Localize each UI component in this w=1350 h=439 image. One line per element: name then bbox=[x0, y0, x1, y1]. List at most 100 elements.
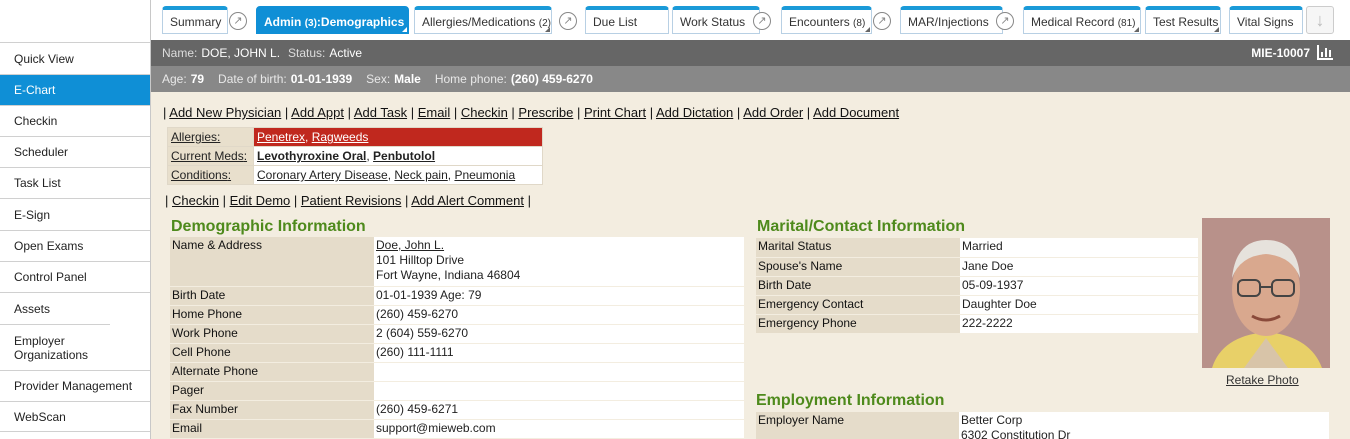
popout-icon[interactable]: ↗ bbox=[873, 12, 891, 30]
bar-chart-icon[interactable] bbox=[1317, 45, 1333, 60]
employment-table: Employer Name Better Corp 6302 Constitutio… bbox=[756, 412, 1329, 439]
email-link[interactable]: Email bbox=[418, 105, 451, 120]
tab-mar-injections[interactable]: MAR/Injections bbox=[900, 6, 1003, 34]
prescribe-link[interactable]: Prescribe bbox=[518, 105, 573, 120]
tab-summary[interactable]: Summary bbox=[162, 6, 228, 34]
add-appt-link[interactable]: Add Appt bbox=[291, 105, 344, 120]
tab-vital-signs[interactable]: Vital Signs bbox=[1229, 6, 1303, 34]
field-label: Pager bbox=[170, 381, 374, 401]
field-label: Email bbox=[170, 419, 374, 439]
sidebar-item-label: Scheduler bbox=[14, 145, 69, 159]
table-row: Alternate Phone bbox=[170, 362, 744, 382]
popout-icon[interactable]: ↗ bbox=[559, 12, 577, 30]
table-row: Home Phone (260) 459-6270 bbox=[170, 305, 744, 325]
sidebar-item-label: Open Exams bbox=[14, 239, 84, 253]
field-value: (260) 459-6271 bbox=[374, 400, 744, 420]
condition-link[interactable]: Neck pain bbox=[394, 168, 447, 182]
table-row: Cell Phone (260) 111-1111 bbox=[170, 343, 744, 363]
tab-label: Encounters bbox=[789, 15, 850, 29]
tab-label: Test Results bbox=[1153, 15, 1219, 29]
add-task-link[interactable]: Add Task bbox=[354, 105, 407, 120]
table-row: Emergency Phone 222-2222 bbox=[756, 314, 1198, 334]
field-value bbox=[374, 362, 744, 382]
address-city: Fort Wayne, Indiana 46804 bbox=[376, 268, 521, 282]
add-document-link[interactable]: Add Document bbox=[813, 105, 899, 120]
patient-sex: Male bbox=[394, 72, 421, 86]
sidebar-item-checkin[interactable]: Checkin bbox=[0, 105, 150, 136]
checkin-link[interactable]: Checkin bbox=[172, 193, 219, 208]
sidebar-item-assets[interactable]: Assets bbox=[0, 292, 150, 324]
sidebar-item-label: Provider Management bbox=[14, 379, 133, 393]
edit-demo-link[interactable]: Edit Demo bbox=[230, 193, 291, 208]
allergies-value: Penetrex, Ragweeds bbox=[253, 127, 543, 147]
condition-link[interactable]: Coronary Artery Disease bbox=[257, 168, 388, 182]
field-value: (260) 459-6270 bbox=[374, 305, 744, 325]
tab-due-list[interactable]: Due List bbox=[585, 6, 669, 34]
field-label: Marital Status bbox=[756, 238, 960, 258]
tab-admin-demographics[interactable]: Admin (3):Demographics bbox=[256, 6, 409, 34]
sidebar-item-scheduler[interactable]: Scheduler bbox=[0, 136, 150, 167]
allergies-label[interactable]: Allergies: bbox=[167, 127, 254, 147]
sidebar-item-label: Assets bbox=[14, 301, 51, 316]
popout-icon[interactable]: ↗ bbox=[753, 12, 771, 30]
condition-link[interactable]: Pneumonia bbox=[454, 168, 515, 182]
field-value: (260) 111-1111 bbox=[374, 343, 744, 363]
popout-icon[interactable]: ↗ bbox=[996, 12, 1014, 30]
tab-count: (3) bbox=[304, 18, 317, 29]
add-new-physician-link[interactable]: Add New Physician bbox=[169, 105, 281, 120]
patient-status: Active bbox=[329, 46, 363, 60]
tab-allergies-medications[interactable]: Allergies/Medications (2) bbox=[414, 6, 552, 34]
patient-photo[interactable] bbox=[1202, 218, 1330, 368]
field-value: 01-01-1939 Age: 79 bbox=[374, 286, 744, 306]
field-label: Emergency Contact bbox=[756, 295, 960, 315]
patient-info-bar: Age: 79 Date of birth: 01-01-1939 Sex: M… bbox=[151, 66, 1350, 92]
patient-alerts: Allergies: Penetrex, Ragweeds Current Me… bbox=[167, 127, 543, 185]
sidebar-item-quick-view[interactable]: Quick View bbox=[0, 42, 150, 74]
add-order-link[interactable]: Add Order bbox=[743, 105, 803, 120]
sidebar-item-employer-organizations[interactable]: Employer Organizations bbox=[0, 324, 110, 370]
retake-photo-link[interactable]: Retake Photo bbox=[1226, 373, 1299, 387]
medication-link[interactable]: Levothyroxine Oral bbox=[257, 149, 366, 163]
table-row: Birth Date 01-01-1939 Age: 79 bbox=[170, 286, 744, 306]
patient-name-link[interactable]: Doe, John L. bbox=[376, 238, 444, 252]
chart-tab-bar: Summary ↗ Admin (3):Demographics Allergi… bbox=[151, 0, 1350, 40]
sidebar-item-open-exams[interactable]: Open Exams bbox=[0, 230, 150, 261]
field-label: Name & Address bbox=[170, 237, 374, 287]
tab-count: (81) bbox=[1117, 18, 1136, 29]
patient-name: DOE, JOHN L. bbox=[201, 46, 281, 60]
table-row: Spouse's Name Jane Doe bbox=[756, 257, 1198, 277]
sidebar-item-task-list[interactable]: Task List bbox=[0, 167, 150, 198]
tab-test-results[interactable]: Test Results bbox=[1145, 6, 1221, 34]
patient-revisions-link[interactable]: Patient Revisions bbox=[301, 193, 401, 208]
main-content: | Add New Physician | Add Appt | Add Tas… bbox=[151, 92, 1350, 439]
allergy-link[interactable]: Penetrex bbox=[257, 130, 305, 144]
current-meds-label[interactable]: Current Meds: bbox=[167, 146, 254, 166]
sidebar-item-webscan[interactable]: WebScan bbox=[0, 401, 150, 432]
sidebar-item-e-sign[interactable]: E-Sign bbox=[0, 198, 150, 230]
tab-medical-record[interactable]: Medical Record (81) bbox=[1023, 6, 1141, 34]
tab-label: Vital Signs bbox=[1237, 15, 1294, 29]
checkin-link[interactable]: Checkin bbox=[461, 105, 508, 120]
print-chart-link[interactable]: Print Chart bbox=[584, 105, 646, 120]
popout-icon[interactable]: ↗ bbox=[229, 12, 247, 30]
dob-label: Date of birth: bbox=[218, 72, 287, 86]
sidebar-item-control-panel[interactable]: Control Panel bbox=[0, 261, 150, 292]
demographic-table: Name & Address Doe, John L. 101 Hilltop Dr… bbox=[170, 237, 744, 439]
table-row: Work Phone 2 (604) 559-6270 bbox=[170, 324, 744, 344]
patient-dob: 01-01-1939 bbox=[290, 72, 353, 86]
conditions-label[interactable]: Conditions: bbox=[167, 165, 254, 185]
sidebar-item-label: Control Panel bbox=[14, 270, 87, 284]
medication-link[interactable]: Penbutolol bbox=[373, 149, 435, 163]
scroll-down-arrow-icon[interactable]: ↓ bbox=[1306, 6, 1334, 34]
add-alert-comment-link[interactable]: Add Alert Comment bbox=[411, 193, 524, 208]
table-row: Birth Date 05-09-1937 bbox=[756, 276, 1198, 296]
sidebar-item-provider-management[interactable]: Provider Management bbox=[0, 370, 150, 401]
tab-encounters[interactable]: Encounters (8) bbox=[781, 6, 872, 34]
marital-table: Marital Status Married Spouse's Name Jane … bbox=[756, 238, 1198, 334]
sex-label: Sex: bbox=[366, 72, 391, 86]
tab-work-status[interactable]: Work Status bbox=[672, 6, 760, 34]
patient-age: 79 bbox=[190, 72, 205, 86]
allergy-link[interactable]: Ragweeds bbox=[312, 130, 369, 144]
add-dictation-link[interactable]: Add Dictation bbox=[656, 105, 733, 120]
sidebar-item-e-chart[interactable]: E-Chart bbox=[0, 74, 150, 105]
